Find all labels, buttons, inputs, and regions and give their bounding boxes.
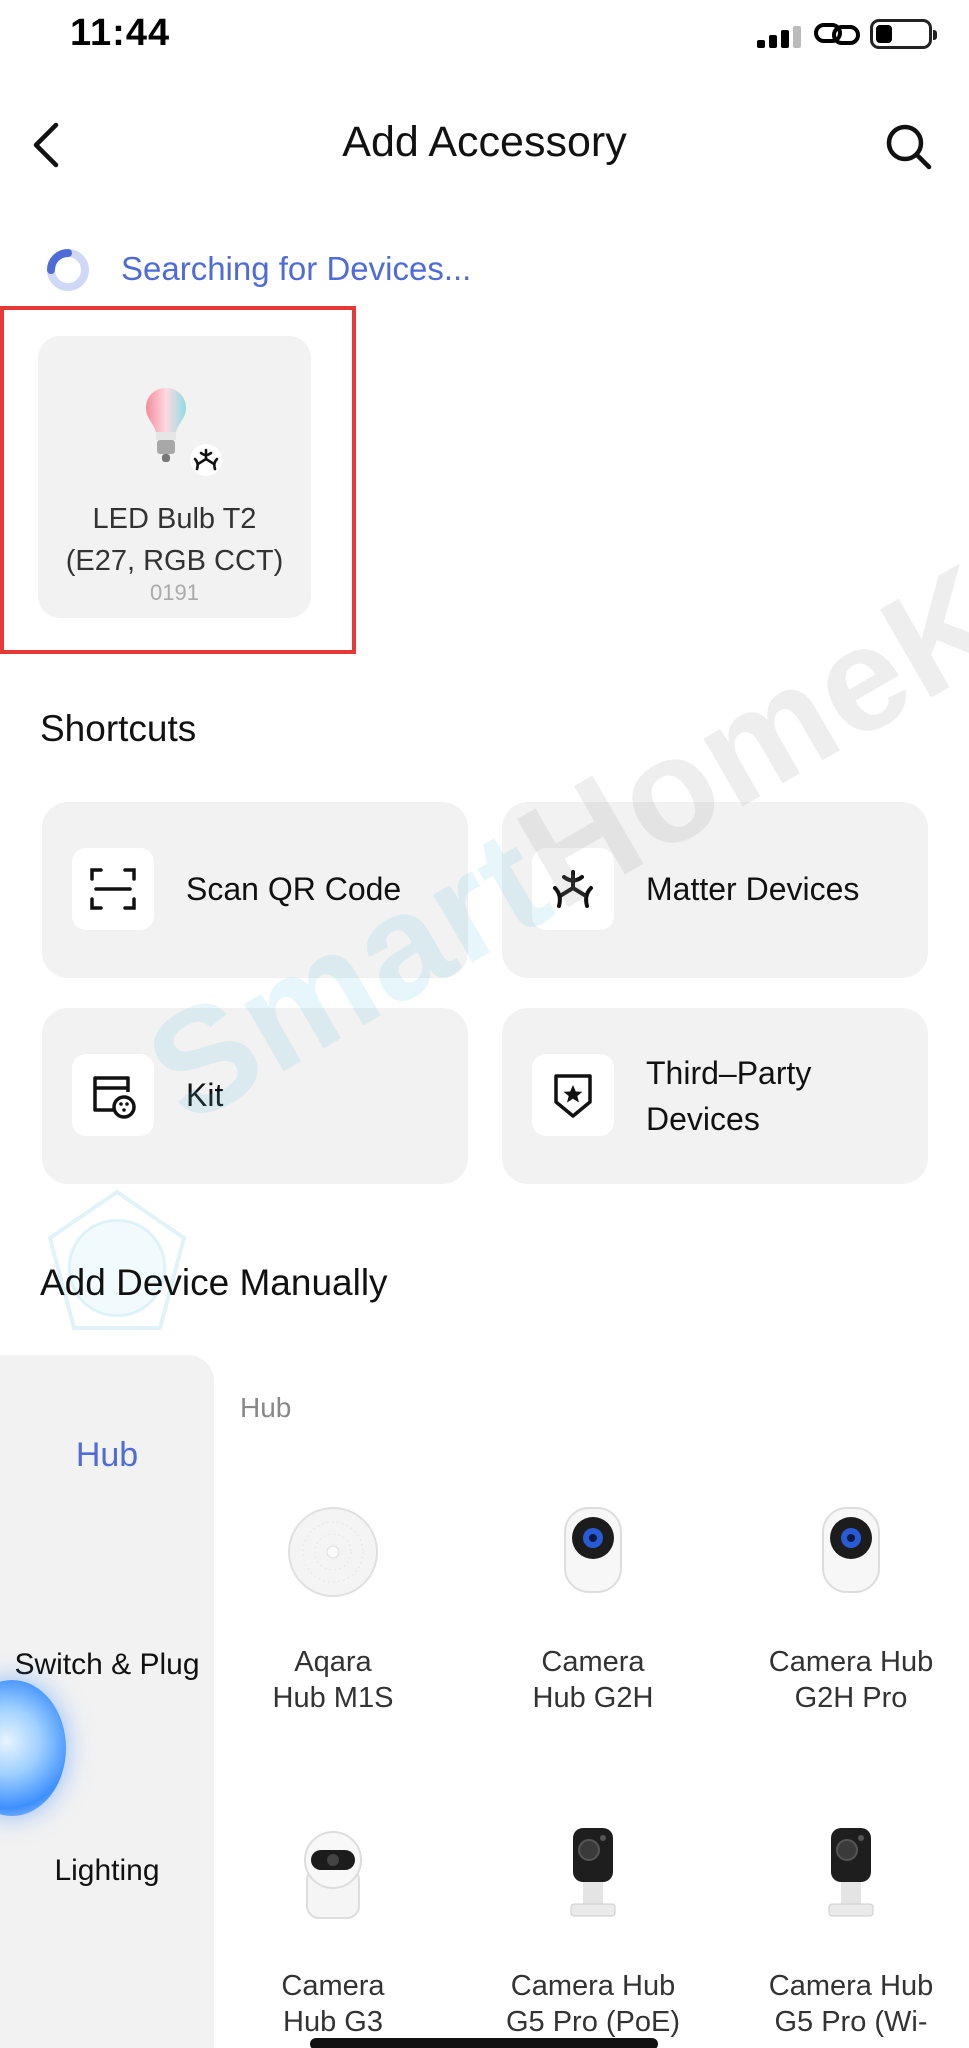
kit-label: Kit — [186, 1077, 224, 1113]
personal-hotspot-icon — [814, 23, 860, 45]
kit-icon — [93, 1076, 136, 1119]
category-switch-plug[interactable]: Switch & Plug — [0, 1648, 214, 1682]
product-name-line1: Camera Hub — [510, 1970, 676, 2002]
product-name: Camera Hub G5 Pro (Wi- — [746, 1968, 956, 2040]
product-name-line1: Camera — [541, 1646, 645, 1678]
third-party-label-line1: Third–Party — [646, 1055, 812, 1091]
discovered-device-card[interactable]: LED Bulb T2 (E27, RGB CCT) 0191 — [38, 336, 311, 618]
device-name-line1: LED Bulb T2 — [92, 503, 257, 535]
kit-icon-container — [72, 1054, 154, 1136]
hub-m1s-image — [288, 1507, 378, 1597]
camera-hub-g5-pro-wifi-image — [828, 1828, 874, 1917]
product-name-line1: Camera Hub — [768, 1646, 934, 1678]
camera-hub-g2h-pro-image — [822, 1507, 880, 1593]
product-name: Camera Hub G5 Pro (PoE) — [488, 1968, 698, 2040]
scan-qr-code-button[interactable]: Scan QR Code — [42, 802, 468, 978]
product-name-line2: G5 Pro (Wi- — [774, 2006, 928, 2038]
qr-scan-icon-container — [72, 848, 154, 930]
product-name: Camera Hub G2H Pro — [746, 1644, 956, 1716]
camera-hub-g3-image — [304, 1831, 362, 1919]
shield-star-icon-container — [532, 1054, 614, 1136]
kit-button[interactable]: Kit — [42, 1008, 468, 1184]
page-title: Add Accessory — [342, 118, 627, 166]
camera-hub-g5-pro-poe-image — [570, 1828, 616, 1917]
product-name-line2: Hub G3 — [283, 2006, 383, 2038]
led-bulb-icon — [146, 388, 186, 462]
loading-spinner-icon — [47, 249, 89, 291]
camera-hub-g2h-image — [564, 1507, 622, 1593]
device-name: LED Bulb T2 (E27, RGB CCT) — [38, 498, 311, 582]
product-name-line1: Camera — [281, 1970, 385, 2002]
status-bar: 11:44 — [0, 0, 969, 70]
matter-devices-button[interactable]: Matter Devices — [502, 802, 928, 978]
product-name: Camera Hub G3 — [228, 1968, 438, 2040]
product-name-line2: Hub M1S — [272, 1682, 394, 1714]
shortcuts-heading: Shortcuts — [40, 708, 197, 749]
device-code: 0191 — [150, 580, 199, 605]
battery-icon — [870, 19, 937, 49]
product-name: Aqara Hub M1S — [228, 1644, 438, 1716]
third-party-devices-label: Third–Party Devices — [646, 1050, 811, 1142]
status-time: 11:44 — [70, 12, 171, 54]
third-party-label-line2: Devices — [646, 1101, 760, 1137]
cellular-signal-icon — [757, 26, 803, 48]
shield-star-icon — [554, 1074, 592, 1118]
search-status: Searching for Devices... — [121, 250, 472, 287]
category-lighting[interactable]: Lighting — [0, 1854, 214, 1888]
product-name-line1: Camera Hub — [768, 1970, 934, 2002]
home-indicator[interactable] — [310, 2038, 658, 2048]
product-name-line2: G2H Pro — [794, 1682, 908, 1714]
scan-qr-code-label: Scan QR Code — [186, 871, 402, 907]
qr-scan-icon — [90, 868, 136, 910]
matter-badge-icon — [190, 444, 222, 476]
product-name-line1: Aqara — [294, 1646, 372, 1678]
add-device-manually-heading: Add Device Manually — [40, 1262, 388, 1303]
product-name: Camera Hub G2H — [488, 1644, 698, 1716]
group-label: Hub — [240, 1392, 292, 1423]
device-name-line2: (E27, RGB CCT) — [65, 545, 284, 577]
category-hub[interactable]: Hub — [0, 1436, 214, 1475]
product-name-line2: Hub G2H — [532, 1682, 654, 1714]
search-icon[interactable] — [884, 122, 934, 172]
matter-icon — [553, 870, 593, 908]
third-party-devices-button[interactable]: Third–Party Devices — [502, 1008, 928, 1184]
product-name-line2: G5 Pro (PoE) — [505, 2006, 681, 2038]
matter-devices-label: Matter Devices — [646, 871, 860, 907]
matter-icon-container — [532, 848, 614, 930]
